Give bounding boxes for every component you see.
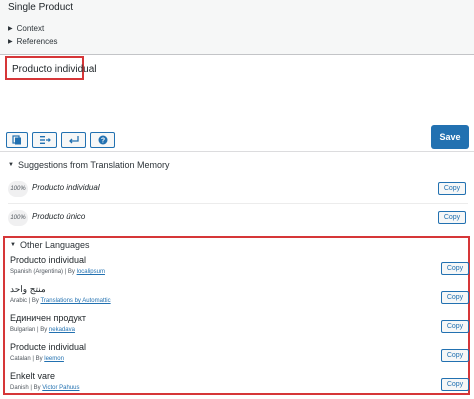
- translation-text: Единичен продукт: [10, 313, 87, 323]
- suggestion-item: 100% Producto único Copy: [8, 207, 468, 229]
- match-score: 100%: [8, 181, 28, 197]
- translation-textarea[interactable]: Producto individual: [5, 56, 97, 80]
- divider: [0, 151, 474, 152]
- save-button[interactable]: Save: [431, 125, 469, 149]
- suggestions-title: Suggestions from Translation Memory: [17, 160, 170, 170]
- translation-meta: Bulgarian | By nekadava: [10, 327, 75, 333]
- language-item: Producte individual Catalan | By leemon …: [10, 342, 469, 370]
- other-languages-panel: ▼ Other Languages Producto individual Sp…: [3, 236, 470, 395]
- suggestion-text: Producto único: [32, 212, 86, 221]
- translation-text: Producto individual: [10, 255, 87, 265]
- other-languages-title: Other Languages: [19, 240, 90, 250]
- author-link[interactable]: Victor Pahuus: [42, 385, 79, 391]
- context-toggle[interactable]: ▶ Context: [8, 24, 44, 33]
- language-name: Spanish (Argentina) | By: [10, 269, 75, 275]
- context-label: Context: [16, 24, 45, 33]
- suggestions-toggle[interactable]: ▼ Suggestions from Translation Memory: [8, 160, 170, 170]
- translation-text: Producte individual: [10, 342, 87, 352]
- svg-text:?: ?: [100, 138, 104, 145]
- collapse-triangle-icon: ▼: [8, 162, 14, 168]
- language-name: Catalan | By: [10, 356, 43, 362]
- author-link[interactable]: localipsum: [77, 269, 105, 275]
- language-item: منتج واحد Arabic | By Translations by Au…: [10, 284, 469, 312]
- copy-button[interactable]: Copy: [441, 291, 469, 304]
- match-score: 100%: [8, 210, 28, 226]
- translation-meta: Danish | By Victor Pahuus: [10, 385, 80, 391]
- original-string: Single Product: [8, 2, 74, 13]
- copy-original-icon: [12, 135, 21, 145]
- language-name: Danish | By: [10, 385, 41, 391]
- language-name: Arabic | By: [10, 298, 39, 304]
- translation-meta: Spanish (Argentina) | By localipsum: [10, 269, 105, 275]
- references-toggle[interactable]: ▶ References: [8, 37, 58, 46]
- suggestion-text: Producto individual: [32, 183, 100, 192]
- language-item: Единичен продукт Bulgarian | By nekadava…: [10, 313, 469, 341]
- author-link[interactable]: Translations by Automattic: [40, 298, 110, 304]
- insert-tab-button[interactable]: [32, 132, 57, 148]
- copy-button[interactable]: Copy: [441, 349, 469, 362]
- translation-text: منتج واحد: [10, 284, 46, 294]
- divider: [8, 203, 468, 204]
- editor-toolbar: ?: [6, 132, 115, 148]
- original-pane: Single Product ▶ Context ▶ References: [0, 0, 474, 55]
- copy-original-button[interactable]: [6, 132, 28, 148]
- copy-button[interactable]: Copy: [438, 182, 466, 195]
- copy-button[interactable]: Copy: [441, 262, 469, 275]
- other-languages-toggle[interactable]: ▼ Other Languages: [10, 240, 90, 250]
- language-name: Bulgarian | By: [10, 327, 48, 333]
- expand-triangle-icon: ▶: [8, 39, 13, 45]
- collapse-triangle-icon: ▼: [10, 242, 16, 248]
- copy-button[interactable]: Copy: [441, 320, 469, 333]
- insert-tab-icon: [39, 136, 51, 144]
- translation-text: Enkelt vare: [10, 371, 56, 381]
- copy-button[interactable]: Copy: [438, 211, 466, 224]
- translation-meta: Catalan | By leemon: [10, 356, 64, 362]
- author-link[interactable]: leemon: [44, 356, 64, 362]
- help-button[interactable]: ?: [90, 132, 115, 148]
- help-icon: ?: [98, 135, 107, 145]
- language-item: Producto individual Spanish (Argentina) …: [10, 255, 469, 283]
- suggestion-item: 100% Producto individual Copy: [8, 178, 468, 200]
- copy-button[interactable]: Copy: [441, 378, 469, 391]
- references-label: References: [16, 37, 58, 46]
- insert-newline-icon: [68, 136, 79, 144]
- translation-meta: Arabic | By Translations by Automattic: [10, 298, 111, 304]
- insert-newline-button[interactable]: [61, 132, 86, 148]
- author-link[interactable]: nekadava: [49, 327, 75, 333]
- expand-triangle-icon: ▶: [8, 26, 13, 32]
- translation-editor: Producto individual ? Save: [3, 55, 471, 151]
